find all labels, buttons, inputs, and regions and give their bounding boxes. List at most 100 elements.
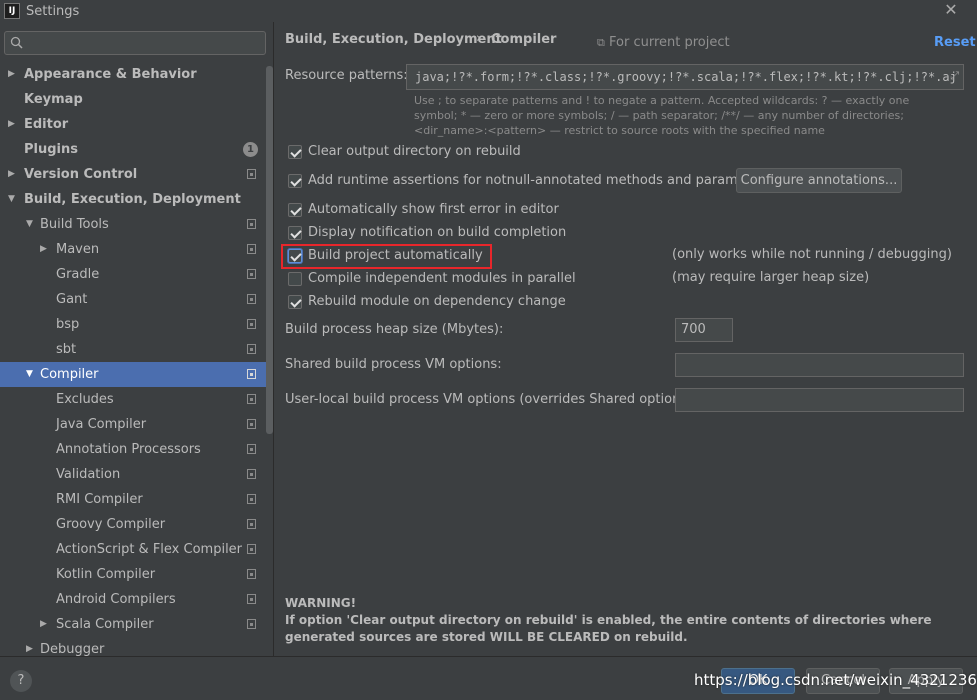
- close-icon[interactable]: ✕: [941, 0, 961, 20]
- chevron-down-icon[interactable]: ▼: [26, 212, 33, 237]
- sidebar-item-label: Excludes: [56, 392, 114, 407]
- sidebar-item[interactable]: Kotlin Compiler: [0, 562, 266, 587]
- sidebar-item[interactable]: ▶ Maven: [0, 237, 266, 262]
- compile-parallel-checkbox[interactable]: [288, 272, 302, 286]
- project-scope-icon: [247, 594, 256, 604]
- warning-text: If option 'Clear output directory on reb…: [285, 613, 932, 644]
- clear-output-checkbox[interactable]: [288, 145, 302, 159]
- sidebar-item[interactable]: bsp: [0, 312, 266, 337]
- sidebar-item-label: Annotation Processors: [56, 442, 201, 457]
- update-count-badge: 1: [243, 142, 258, 157]
- sidebar-item-label: Groovy Compiler: [56, 517, 166, 532]
- watermark-text: https://blog.csdn.net/weixin_43212365: [694, 671, 977, 689]
- compiler-settings-panel: Build, Execution, Deployment › Compiler …: [275, 22, 977, 656]
- project-scope-icon: [247, 469, 256, 479]
- resource-patterns-value: java;!?*.form;!?*.class;!?*.groovy;!?*.s…: [415, 70, 957, 84]
- sidebar-item-label: Editor: [24, 117, 69, 132]
- sidebar-item-label: Kotlin Compiler: [56, 567, 156, 582]
- chevron-down-icon[interactable]: ▼: [26, 362, 33, 387]
- sidebar-item-label: sbt: [56, 342, 77, 357]
- sidebar-item[interactable]: ▼ Build Tools: [0, 212, 266, 237]
- chevron-right-icon[interactable]: ▶: [8, 112, 15, 137]
- chevron-down-icon[interactable]: ▼: [8, 187, 15, 212]
- sidebar-item-label: Gant: [56, 292, 88, 307]
- sidebar-item[interactable]: Gant: [0, 287, 266, 312]
- sidebar-item-label: ActionScript & Flex Compiler: [56, 542, 243, 557]
- breadcrumb-current: Compiler: [491, 32, 557, 47]
- sidebar-item-label: Scala Compiler: [56, 617, 154, 632]
- sidebar-item[interactable]: Plugins 1: [0, 137, 266, 162]
- sidebar-item[interactable]: Java Compiler: [0, 412, 266, 437]
- for-current-project: ⧉ For current project: [597, 35, 730, 50]
- project-scope-icon: [247, 319, 256, 329]
- expand-icon[interactable]: ⤢: [950, 69, 959, 83]
- chevron-right-icon[interactable]: ▶: [40, 237, 47, 262]
- resource-patterns-field[interactable]: java;!?*.form;!?*.class;!?*.groovy;!?*.s…: [406, 64, 964, 90]
- project-scope-icon: [247, 369, 256, 379]
- sidebar-item-label: Appearance & Behavior: [24, 67, 197, 82]
- sidebar-item-label: Compiler: [40, 367, 99, 382]
- display-notification-checkbox[interactable]: [288, 226, 302, 240]
- sidebar-item[interactable]: Gradle: [0, 262, 266, 287]
- sidebar-item[interactable]: Excludes: [0, 387, 266, 412]
- sidebar-item-label: Maven: [56, 242, 100, 257]
- project-scope-icon: [247, 394, 256, 404]
- sidebar-item[interactable]: Keymap: [0, 87, 266, 112]
- chevron-right-icon[interactable]: ▶: [40, 612, 47, 637]
- warning-title: WARNING!: [285, 596, 357, 610]
- help-button[interactable]: ?: [10, 670, 32, 692]
- sidebar-item[interactable]: ▼ Build, Execution, Deployment: [0, 187, 266, 212]
- resource-patterns-label: Resource patterns:: [285, 68, 408, 83]
- compile-parallel-label: Compile independent modules in parallel: [308, 271, 576, 286]
- sidebar-item[interactable]: ▶ Version Control: [0, 162, 266, 187]
- project-scope-icon: [247, 519, 256, 529]
- sidebar-item[interactable]: Annotation Processors: [0, 437, 266, 462]
- build-automatically-checkbox[interactable]: [288, 249, 302, 263]
- sidebar-item-label: RMI Compiler: [56, 492, 143, 507]
- heap-size-input[interactable]: 700: [675, 318, 733, 342]
- sidebar-item-label: Validation: [56, 467, 121, 482]
- sidebar-item[interactable]: Validation: [0, 462, 266, 487]
- sidebar-item[interactable]: ▶ Appearance & Behavior: [0, 62, 266, 87]
- sidebar-item[interactable]: sbt: [0, 337, 266, 362]
- display-notification-label: Display notification on build completion: [308, 225, 567, 240]
- project-scope-icon: [247, 244, 256, 254]
- heap-size-label: Build process heap size (Mbytes):: [285, 322, 504, 337]
- build-automatically-note: (only works while not running / debuggin…: [672, 247, 952, 262]
- project-scope-icon: [247, 569, 256, 579]
- sidebar-item-label: Android Compilers: [56, 592, 176, 607]
- sidebar-item[interactable]: Groovy Compiler: [0, 512, 266, 537]
- project-scope-icon: [247, 544, 256, 554]
- sidebar-item[interactable]: Android Compilers: [0, 587, 266, 612]
- sidebar-item[interactable]: ▶ Editor: [0, 112, 266, 137]
- sidebar-item-label: Build, Execution, Deployment: [24, 192, 241, 207]
- show-first-error-checkbox[interactable]: [288, 203, 302, 217]
- sidebar-item[interactable]: ▼ Compiler: [0, 362, 266, 387]
- compile-parallel-note: (may require larger heap size): [672, 270, 870, 285]
- sidebar-item-label: Version Control: [24, 167, 138, 182]
- chevron-right-icon[interactable]: ▶: [8, 62, 15, 87]
- sidebar-item[interactable]: RMI Compiler: [0, 487, 266, 512]
- shared-vm-options-label: Shared build process VM options:: [285, 357, 502, 372]
- shared-vm-options-input[interactable]: [675, 353, 964, 377]
- project-scope-icon: [247, 494, 256, 504]
- search-icon: [10, 36, 23, 49]
- user-vm-options-label: User-local build process VM options (ove…: [285, 392, 697, 407]
- sidebar-item-label: bsp: [56, 317, 80, 332]
- show-first-error-label: Automatically show first error in editor: [308, 202, 559, 217]
- rebuild-module-checkbox[interactable]: [288, 295, 302, 309]
- search-input[interactable]: [4, 31, 266, 55]
- sidebar-item[interactable]: ▶ Scala Compiler: [0, 612, 266, 637]
- project-scope-icon: ⧉: [597, 36, 605, 49]
- project-scope-icon: [247, 294, 256, 304]
- chevron-right-icon[interactable]: ▶: [8, 162, 15, 187]
- reset-link[interactable]: Reset: [934, 35, 976, 50]
- configure-annotations-button[interactable]: Configure annotations...: [736, 168, 902, 193]
- sidebar-item[interactable]: ActionScript & Flex Compiler: [0, 537, 266, 562]
- runtime-assertions-checkbox[interactable]: [288, 174, 302, 188]
- settings-tree: ▶ Appearance & Behavior Keymap ▶ Editor Plugi…: [0, 62, 266, 662]
- project-scope-icon: [247, 169, 256, 179]
- sidebar-scrollbar[interactable]: [266, 66, 273, 434]
- heap-size-value: 700: [681, 322, 706, 337]
- user-vm-options-input[interactable]: [675, 388, 964, 412]
